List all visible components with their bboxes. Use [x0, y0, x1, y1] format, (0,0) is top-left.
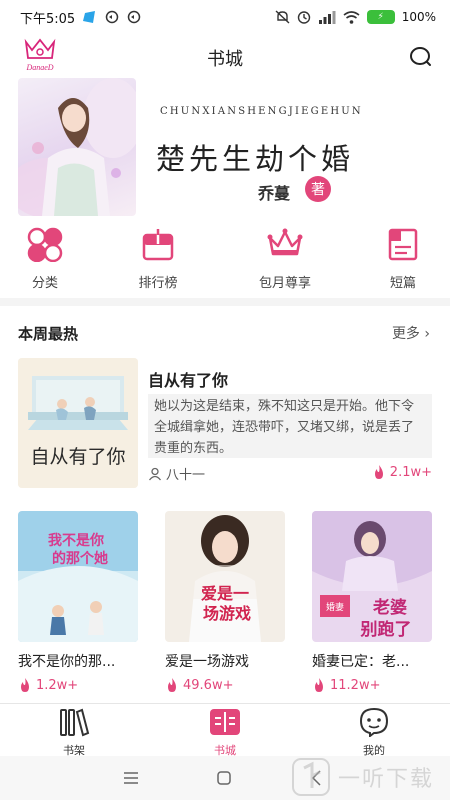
- quick-nav: 分类 排行榜 包月尊享 短篇: [0, 226, 450, 292]
- mute-icon: [275, 10, 290, 24]
- alarm-icon: [297, 11, 310, 24]
- status-time: 下午5:05: [20, 11, 76, 27]
- tab-bookstore[interactable]: 书城: [185, 707, 265, 758]
- book-title: 爱是一场游戏: [165, 654, 249, 670]
- banner-cover-image: [18, 78, 136, 216]
- user-icon: [148, 467, 162, 480]
- quick-nav-label: 短篇: [389, 276, 416, 291]
- featured-author: 八十一: [148, 464, 205, 483]
- featured-title[interactable]: 自从有了你: [148, 367, 228, 391]
- wifi-icon: [343, 10, 360, 24]
- page-title: 书城: [207, 49, 243, 70]
- quick-nav-label: 包月尊享: [258, 276, 311, 291]
- banner-title: 楚先生劫个婚: [156, 142, 355, 176]
- short-story-icon: [388, 228, 418, 261]
- book-card[interactable]: 我不是你 的那个她 我不是你的那... 1.2w+: [18, 511, 138, 693]
- status-bar: 下午5:05 ⚡ 100%: [0, 0, 450, 34]
- book-heat: 1.2w+: [18, 677, 138, 693]
- book-heat: 11.2w+: [312, 677, 432, 693]
- heat-value: 49.6w+: [183, 677, 234, 693]
- banner-author-badge: 著: [305, 176, 331, 202]
- crown-icon: [267, 228, 303, 256]
- flame-icon: [168, 678, 176, 692]
- app-notification-icon: [83, 11, 96, 23]
- book-cover: 婚妻 老婆 别跑了: [312, 511, 432, 642]
- bookstore-icon: [210, 709, 240, 735]
- book-cover-text: 别跑了: [360, 619, 412, 640]
- category-icon: [27, 227, 63, 263]
- book-card[interactable]: 爱是一 场游戏 爱是一场游戏 49.6w+: [165, 511, 285, 693]
- heat-value: 1.2w+: [36, 677, 79, 693]
- flame-icon: [315, 678, 323, 692]
- heat-value: 2.1w+: [389, 464, 432, 480]
- book-cover: 爱是一 场游戏: [165, 511, 285, 642]
- book-cover: 我不是你 的那个她: [18, 511, 138, 642]
- quick-nav-short-story[interactable]: 短篇: [363, 226, 443, 291]
- book-cover-text: 老婆: [372, 597, 407, 618]
- section-divider: [0, 298, 450, 306]
- quick-nav-label: 分类: [31, 276, 58, 291]
- app-header: DanaeD 书城: [0, 34, 450, 80]
- featured-description: 她以为这是结束，殊不知这只是开始。他下令全城缉拿她，连恐带吓，又堵又绑，说是丢了…: [148, 394, 432, 458]
- heat-value: 11.2w+: [330, 677, 381, 693]
- flame-icon: [374, 465, 383, 479]
- sync-icon-2: [127, 10, 141, 24]
- banner-author: 乔蔓: [258, 184, 291, 203]
- book-cover-text: 我不是你: [48, 532, 104, 549]
- book-cover-text: 婚妻: [326, 601, 344, 613]
- quick-nav-ranking[interactable]: 排行榜: [118, 226, 198, 291]
- menu-icon[interactable]: [120, 768, 142, 788]
- featured-heat: 2.1w+: [372, 464, 432, 480]
- featured-cover-text: 自从有了你: [30, 446, 125, 468]
- tab-bookshelf[interactable]: 书架: [34, 707, 114, 758]
- book-title: 我不是你的那...: [18, 654, 116, 670]
- section-title: 本周最热: [18, 325, 79, 343]
- author-name: 八十一: [166, 468, 206, 483]
- quick-nav-monthly[interactable]: 包月尊享: [245, 226, 325, 291]
- featured-book-cover[interactable]: 自从有了你: [18, 358, 138, 488]
- home-icon[interactable]: [213, 768, 235, 788]
- watermark-text: 一听下载: [338, 767, 435, 792]
- battery-icon: ⚡: [366, 10, 395, 24]
- book-cover-text: 爱是一: [201, 584, 249, 603]
- featured-banner[interactable]: CHUNXIANSHENGJIEGEHUN 楚先生劫个婚 乔蔓 著: [18, 78, 432, 216]
- flame-icon: [21, 678, 29, 692]
- banner-pinyin: CHUNXIANSHENGJIEGEHUN: [160, 106, 363, 117]
- book-title: 婚妻已定：老...: [312, 654, 410, 670]
- book-cover-text: 场游戏: [203, 604, 251, 623]
- watermark-logo-icon: [292, 758, 330, 796]
- battery-level: 100%: [401, 10, 436, 24]
- profile-icon: [359, 707, 389, 738]
- quick-nav-label: 排行榜: [138, 276, 178, 291]
- chevron-right-icon: ›: [424, 326, 430, 342]
- watermark: 一听下载: [292, 758, 434, 796]
- bottom-nav: 书架 书城 我的: [0, 703, 450, 758]
- book-card[interactable]: 婚妻 老婆 别跑了 婚妻已定：老... 11.2w+: [312, 511, 432, 693]
- signal-icon: [318, 10, 336, 24]
- book-cover-text: 的那个她: [52, 550, 108, 567]
- more-label: 更多: [391, 326, 420, 342]
- search-icon[interactable]: [408, 44, 434, 70]
- sync-icon: [105, 10, 119, 24]
- book-heat: 49.6w+: [165, 677, 285, 693]
- more-link[interactable]: 更多 ›: [392, 323, 430, 343]
- ranking-icon: [142, 229, 174, 261]
- quick-nav-category[interactable]: 分类: [5, 226, 85, 291]
- tab-profile[interactable]: 我的: [334, 707, 414, 758]
- bookshelf-icon: [60, 708, 90, 737]
